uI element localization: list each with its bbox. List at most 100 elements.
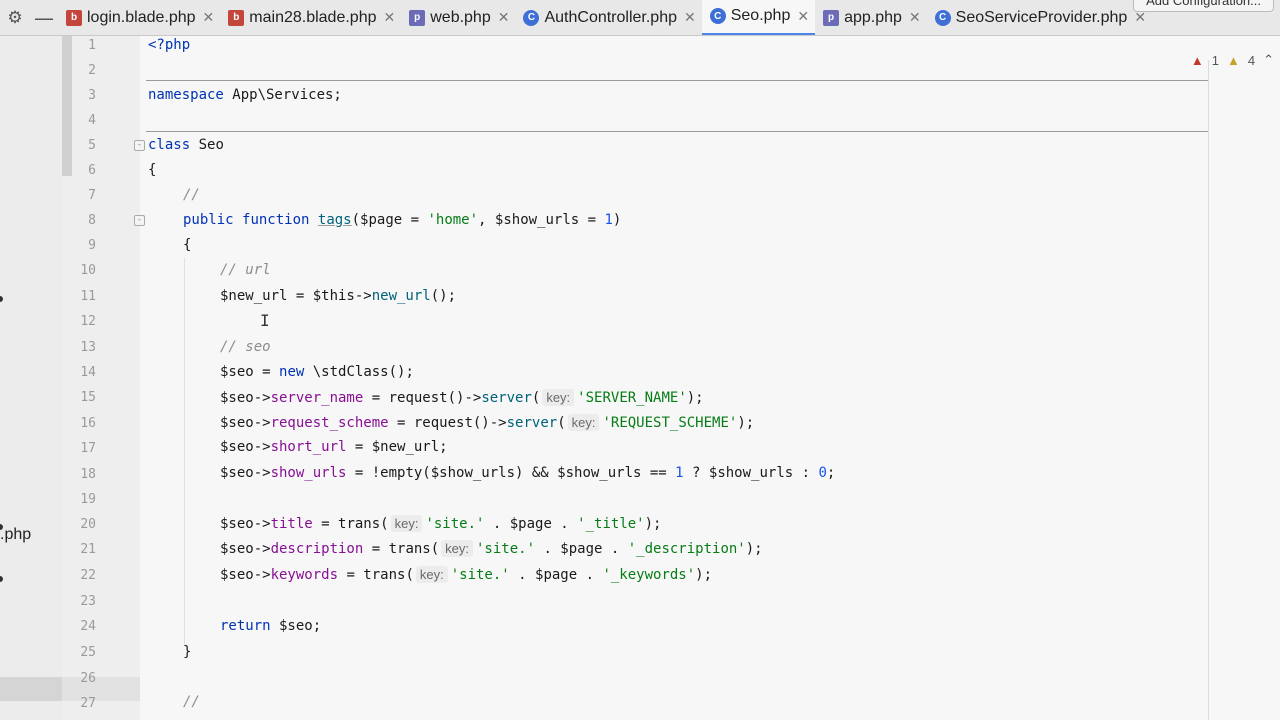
tab-web-php[interactable]: p web.php ✕ [401,0,515,35]
line-number: 13 [80,340,96,355]
code-line: $seo->show_urls = !empty($show_urls) && … [220,465,835,481]
code-token: $seo-> [220,516,271,532]
line-number: 5 [88,138,96,153]
code-token: ); [695,567,713,583]
tab-label: main28.blade.php [249,8,377,26]
code-token: ( [557,415,566,431]
tab-main28-blade[interactable]: b main28.blade.php ✕ [220,0,401,35]
line-number: 21 [80,542,96,557]
line-number: 9 [88,238,96,253]
tab-app-php[interactable]: p app.php ✕ [815,0,927,35]
code-line: // [183,187,200,203]
warning-count: 4 [1247,52,1256,68]
close-icon[interactable]: ✕ [384,9,396,26]
line-number: 20 [80,517,96,532]
change-marker [62,36,72,176]
code-token: . $page . [509,567,603,583]
parameter-hint: key: [542,389,575,406]
line-number: 23 [80,594,96,609]
code-property: keywords [270,567,339,583]
code-comment: // [183,694,200,710]
minus-icon[interactable]: — [30,0,58,35]
close-icon[interactable]: ✕ [909,9,921,26]
tab-label: login.blade.php [87,8,196,26]
code-token: $seo-> [220,567,271,583]
line-number: 8 [88,213,96,228]
code-token: = request()-> [363,390,482,406]
code-string: 'home' [427,212,479,228]
code-token: Seo [190,137,224,153]
tab-seo-php[interactable]: C Seo.php ✕ [701,0,816,35]
code-token: $seo-> [220,439,271,455]
line-number: 2 [88,63,96,78]
line-number: 6 [88,163,96,178]
code-token: \stdClass(); [304,364,414,380]
code-string: '_keywords' [602,567,696,583]
warning-icon: ▲ [1226,52,1240,68]
line-number: 18 [80,467,96,482]
code-line: $seo->request_scheme = request()->server… [220,414,754,431]
code-number: 1 [675,465,684,481]
parameter-hint: key: [441,540,473,557]
code-line: namespace App\Services; [148,87,342,103]
code-token: ; [826,465,836,481]
code-string: 'site.' [476,541,536,557]
selected-row [0,677,62,701]
code-string: 'REQUEST_SCHEME' [602,415,738,431]
add-configuration-button[interactable]: Add Configuration... [1133,0,1274,12]
tab-label: app.php [844,8,902,26]
code-token: = request()-> [388,415,507,431]
tab-login-blade[interactable]: b login.blade.php ✕ [58,0,220,35]
code-token: = !empty($show_urls) && $show_urls == [346,465,676,481]
code-token: $seo; [270,618,322,634]
code-line: $new_url = $this->new_url(); [220,288,456,304]
code-token: class [148,137,191,153]
close-icon[interactable]: ✕ [203,9,215,26]
code-token: function [242,212,310,228]
method-separator [146,80,1208,81]
code-property: description [270,541,364,557]
code-token: ); [686,390,704,406]
tab-authcontroller[interactable]: C AuthController.php ✕ [515,0,701,35]
code-comment: // [183,187,200,203]
code-token: server [481,390,532,406]
close-icon[interactable]: ✕ [684,9,696,26]
close-icon[interactable]: ✕ [797,8,809,25]
code-token: (); [430,288,457,304]
code-token: public [183,212,234,228]
project-file-label[interactable]: .php [0,526,31,544]
project-panel-edge: .php [0,36,62,720]
line-number: 10 [80,263,96,278]
code-property: request_scheme [270,415,389,431]
error-icon: ▲ [1190,52,1204,68]
code-property: title [270,516,313,532]
code-number: 1 [604,212,613,228]
line-number: 25 [80,645,96,660]
fold-icon[interactable]: - [134,215,145,226]
code-line: // url [220,262,271,278]
gear-icon[interactable]: ⚙ [0,0,30,35]
code-line: $seo = new \stdClass(); [220,364,414,380]
code-token: $seo-> [220,541,271,557]
code-token: $new_url = $this-> [220,288,372,304]
code-token: = $new_url; [346,439,448,455]
code-string: '_title' [577,516,645,532]
code-token: , $show_urls = [478,212,605,228]
inspection-widget[interactable]: ▲ 1 ▲ 4 ⌃ [1191,52,1274,68]
fold-icon[interactable]: - [134,140,145,151]
code-line: class Seo [148,137,224,153]
close-icon[interactable]: ✕ [498,9,510,26]
php-file-icon: p [823,9,840,26]
line-number: 11 [80,289,96,304]
error-count: 1 [1211,52,1219,68]
code-token: ) [612,212,622,228]
tab-seoserviceprovider[interactable]: C SeoServiceProvider.php ✕ [927,0,1152,35]
tab-label: web.php [430,8,491,26]
code-token: ? $show_urls : [683,465,819,481]
code-string: 'site.' [425,516,485,532]
tab-label: Seo.php [730,7,791,24]
chevron-up-icon[interactable]: ⌃ [1263,52,1274,68]
code-comment: // seo [220,339,271,355]
code-string: '_description' [627,541,746,557]
code-token: . $page . [484,516,578,532]
